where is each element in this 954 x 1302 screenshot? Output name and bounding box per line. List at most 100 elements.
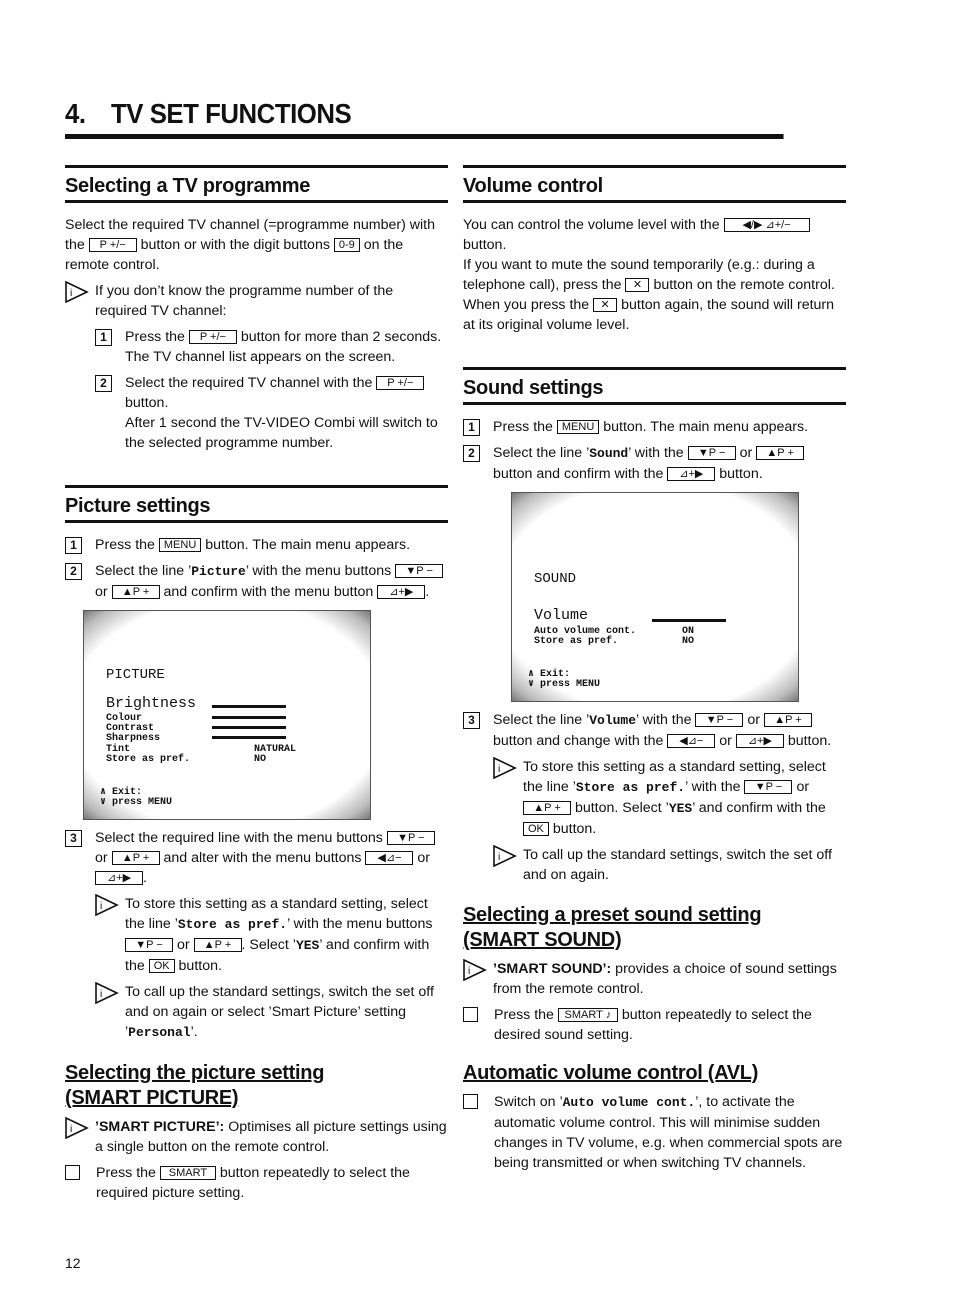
info-note: i ’SMART PICTURE’: Optimises all picture…	[65, 1117, 448, 1157]
bullet-step: Press the SMART button repeatedly to sel…	[65, 1163, 448, 1203]
info-icon: i	[95, 982, 119, 1004]
colour-bar	[212, 716, 286, 719]
p-plus-button: ▲P +	[763, 713, 812, 727]
brightness-bar	[212, 705, 286, 708]
code-text: Auto volume cont.	[562, 1095, 696, 1110]
heading-line: (SMART PICTURE)	[65, 1087, 239, 1109]
p-minus-button: ▼P −	[687, 446, 736, 460]
menu-item: Store as pref.	[534, 636, 619, 647]
info-icon: i	[95, 894, 119, 916]
svg-text:i: i	[498, 852, 500, 863]
text: Select the required TV channel with the	[125, 375, 373, 391]
page-number: 12	[65, 1255, 81, 1271]
text: Switch on ’	[494, 1094, 563, 1110]
section-heading-sound-settings: Sound settings	[463, 367, 846, 405]
text: ’ with the	[685, 779, 741, 795]
text: button.	[463, 237, 507, 253]
text: .	[143, 870, 147, 886]
step-number: 1	[463, 419, 480, 436]
bullet-step: Switch on ’Auto volume cont.’, to activa…	[463, 1092, 846, 1173]
svg-text:i: i	[70, 1124, 72, 1135]
menu-title: PICTURE	[106, 667, 165, 683]
p-plus-minus-button: P +/−	[188, 330, 237, 344]
checkbox-bullet-icon	[463, 1007, 478, 1022]
sound-menu-screen: SOUND Volume Auto volume cont. ON Store …	[511, 492, 799, 702]
svg-text:i: i	[498, 764, 500, 775]
text: button and confirm with the	[493, 466, 664, 482]
step-number: 3	[65, 830, 82, 847]
text: ’ and confirm with the	[692, 800, 826, 816]
info-note: i To call up the standard settings, swit…	[95, 982, 448, 1043]
text: or	[739, 445, 753, 461]
text: button. The main menu appears.	[205, 537, 411, 553]
step-3: 3 Select the line ’Volume’ with the ▼P −…	[463, 710, 846, 751]
p-plus-button: ▲P +	[756, 446, 805, 460]
svg-text:i: i	[100, 989, 102, 1000]
code-text: Store as pref.	[177, 917, 288, 932]
p-plus-button: ▲P +	[111, 851, 160, 865]
text: or	[95, 850, 108, 866]
vol-plus-button: ⊿+▶	[377, 585, 426, 599]
ok-button: OK	[523, 822, 549, 836]
svg-text:i: i	[100, 901, 102, 912]
text: ’ with the	[628, 445, 684, 461]
step-1: 1 Press the P +/− button for more than 2…	[95, 327, 448, 367]
checkbox-bullet-icon	[65, 1165, 80, 1180]
text: and alter with the menu buttons	[163, 850, 362, 866]
text: Press the	[494, 1007, 554, 1023]
heading-line: Selecting the picture setting	[65, 1062, 325, 1084]
text: or	[176, 937, 190, 953]
programme-intro: Select the required TV channel (=program…	[65, 215, 448, 275]
menu-footer: ∨ press MENU	[100, 797, 173, 808]
section-heading-volume-control: Volume control	[463, 165, 846, 203]
info-note: i ’SMART SOUND’: provides a choice of so…	[463, 959, 846, 999]
text: or	[747, 712, 761, 728]
info-icon: i	[463, 959, 487, 981]
info-icon: i	[65, 1117, 89, 1139]
picture-menu-screen: PICTURE Brightness Colour Contrast Sharp…	[83, 610, 371, 820]
left-column: Selecting a TV programme Select the requ…	[65, 165, 448, 1203]
step-number: 2	[463, 445, 480, 462]
info-note: i To store this setting as a standard se…	[493, 757, 846, 839]
text: button.	[787, 733, 832, 749]
sharpness-bar	[212, 736, 286, 739]
text: Press the	[493, 419, 553, 435]
volume-paragraph: You can control the volume level with th…	[463, 215, 846, 335]
text: or	[417, 850, 431, 866]
section-heading-avl: Automatic volume control (AVL)	[463, 1062, 759, 1084]
code-text: Volume	[589, 713, 637, 728]
p-plus-button: ▲P +	[523, 801, 571, 815]
text: When you press the	[463, 297, 590, 313]
text: ’ with the menu buttons	[287, 916, 433, 932]
p-minus-button: ▼P −	[125, 938, 173, 952]
code-text: YES	[295, 938, 320, 953]
contrast-bar	[212, 726, 286, 729]
text: After 1 second the TV-VIDEO Combi will s…	[125, 415, 438, 451]
code-text: YES	[668, 801, 693, 816]
menu-item: Sharpness	[106, 733, 161, 744]
info-icon: i	[493, 757, 517, 779]
mute-button: ✕	[593, 298, 618, 312]
text: Press the	[125, 329, 185, 345]
step-number: 2	[65, 563, 82, 580]
svg-text:i: i	[468, 966, 470, 977]
checkbox-bullet-icon	[463, 1094, 478, 1109]
text: or	[95, 584, 108, 600]
text: button.	[719, 466, 763, 482]
text: To call up the standard settings, switch…	[523, 847, 832, 883]
info-icon: i	[493, 845, 517, 867]
text: Press the	[96, 1165, 156, 1181]
text: ’ with the menu buttons	[245, 563, 392, 579]
heading-line: (SMART SOUND)	[463, 929, 622, 951]
text: ’.	[190, 1024, 198, 1040]
info-note: i To call up the standard settings, swit…	[493, 845, 846, 885]
step-2: 2 Select the line ’Picture’ with the men…	[65, 561, 448, 602]
volume-bar	[652, 619, 726, 622]
step-number: 2	[95, 375, 112, 392]
code-text: Sound	[589, 446, 629, 461]
text: button.	[125, 395, 169, 411]
vol-plus-button: ⊿+▶	[667, 467, 716, 481]
text: button and change with the	[493, 733, 664, 749]
section-heading-selecting-programme: Selecting a TV programme	[65, 165, 448, 203]
chapter-title-text: TV SET FUNCTIONS	[111, 98, 352, 129]
